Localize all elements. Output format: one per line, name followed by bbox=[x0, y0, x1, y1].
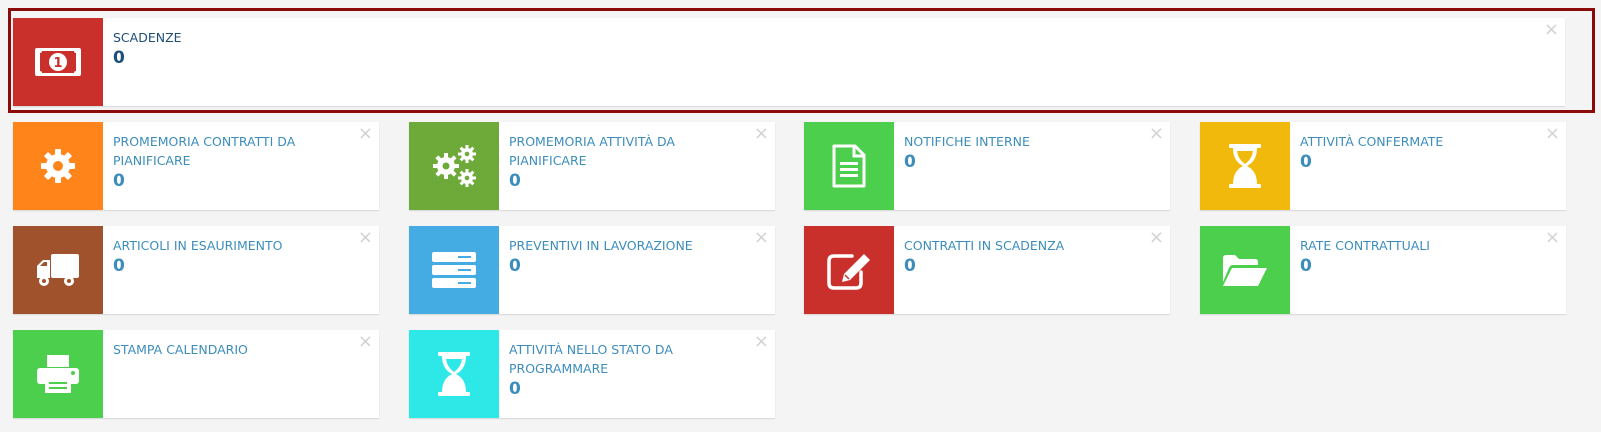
widget-count: 0 bbox=[509, 171, 521, 191]
close-icon[interactable]: × bbox=[1149, 228, 1164, 248]
widget-count: 0 bbox=[113, 256, 125, 276]
close-icon[interactable]: × bbox=[1149, 124, 1164, 144]
widget-icon-tile bbox=[1200, 122, 1290, 210]
folder-open-icon bbox=[1221, 252, 1269, 288]
widget-label: STAMPA CALENDARIO bbox=[113, 342, 248, 357]
widget-attivita-da-programmare[interactable]: ATTIVITÀ NELLO STATO DA PROGRAMMARE 0 × bbox=[409, 330, 775, 418]
widget-label: NOTIFICHE INTERNE bbox=[904, 134, 1030, 149]
close-icon[interactable]: × bbox=[358, 124, 373, 144]
cog-icon bbox=[38, 146, 78, 186]
close-icon[interactable]: × bbox=[358, 228, 373, 248]
widget-count: 0 bbox=[1300, 152, 1312, 172]
close-icon[interactable]: × bbox=[1545, 228, 1560, 248]
close-icon[interactable]: × bbox=[358, 332, 373, 352]
widget-icon-tile bbox=[409, 122, 499, 210]
close-icon[interactable]: × bbox=[1545, 124, 1560, 144]
widget-label: PREVENTIVI IN LAVORAZIONE bbox=[509, 238, 693, 253]
close-icon[interactable]: × bbox=[754, 228, 769, 248]
widget-count: 0 bbox=[904, 152, 916, 172]
widget-contratti-scadenza[interactable]: CONTRATTI IN SCADENZA 0 × bbox=[804, 226, 1170, 314]
widget-rate-contrattuali[interactable]: RATE CONTRATTUALI 0 × bbox=[1200, 226, 1566, 314]
widget-icon-tile bbox=[804, 122, 894, 210]
widget-count: 0 bbox=[509, 256, 521, 276]
widget-label: RATE CONTRATTUALI bbox=[1300, 238, 1430, 253]
widget-count: 0 bbox=[113, 171, 125, 191]
widget-icon-tile bbox=[13, 330, 103, 418]
widget-label: CONTRATTI IN SCADENZA bbox=[904, 238, 1065, 253]
document-icon bbox=[831, 144, 867, 188]
print-icon bbox=[36, 354, 80, 394]
widget-label: ARTICOLI IN ESAURIMENTO bbox=[113, 238, 283, 253]
hourglass-icon bbox=[1227, 143, 1263, 189]
widget-articoli-esaurimento[interactable]: ARTICOLI IN ESAURIMENTO 0 × bbox=[13, 226, 379, 314]
widget-icon-tile bbox=[13, 122, 103, 210]
server-icon bbox=[431, 251, 477, 289]
hourglass-icon bbox=[436, 351, 472, 397]
widget-label: PROMEMORIA ATTIVITÀ DA PIANIFICARE bbox=[509, 134, 675, 168]
widget-attivita-confermate[interactable]: ATTIVITÀ CONFERMATE 0 × bbox=[1200, 122, 1566, 210]
widget-icon-tile bbox=[409, 330, 499, 418]
widget-label: ATTIVITÀ CONFERMATE bbox=[1300, 134, 1444, 149]
widget-label: ATTIVITÀ NELLO STATO DA PROGRAMMARE bbox=[509, 342, 673, 376]
widget-icon-tile bbox=[804, 226, 894, 314]
widget-label: PROMEMORIA CONTRATTI DA PIANIFICARE bbox=[113, 134, 296, 168]
widget-promemoria-attivita[interactable]: PROMEMORIA ATTIVITÀ DA PIANIFICARE 0 × bbox=[409, 122, 775, 210]
widget-icon-tile bbox=[409, 226, 499, 314]
truck-icon bbox=[35, 252, 81, 288]
widget-icon-tile bbox=[13, 226, 103, 314]
edit-icon bbox=[826, 250, 872, 290]
widget-promemoria-contratti[interactable]: PROMEMORIA CONTRATTI DA PIANIFICARE 0 × bbox=[13, 122, 379, 210]
widget-stampa-calendario[interactable]: STAMPA CALENDARIO × bbox=[13, 330, 379, 418]
cogs-icon bbox=[430, 144, 478, 188]
widget-notifiche-interne[interactable]: NOTIFICHE INTERNE 0 × bbox=[804, 122, 1170, 210]
close-icon[interactable]: × bbox=[754, 332, 769, 352]
close-icon[interactable]: × bbox=[754, 124, 769, 144]
widget-preventivi-lavorazione[interactable]: PREVENTIVI IN LAVORAZIONE 0 × bbox=[409, 226, 775, 314]
widget-count: 0 bbox=[904, 256, 916, 276]
widget-count: 0 bbox=[509, 379, 521, 399]
widget-icon-tile bbox=[1200, 226, 1290, 314]
widget-count: 0 bbox=[1300, 256, 1312, 276]
selection-highlight bbox=[8, 8, 1595, 113]
